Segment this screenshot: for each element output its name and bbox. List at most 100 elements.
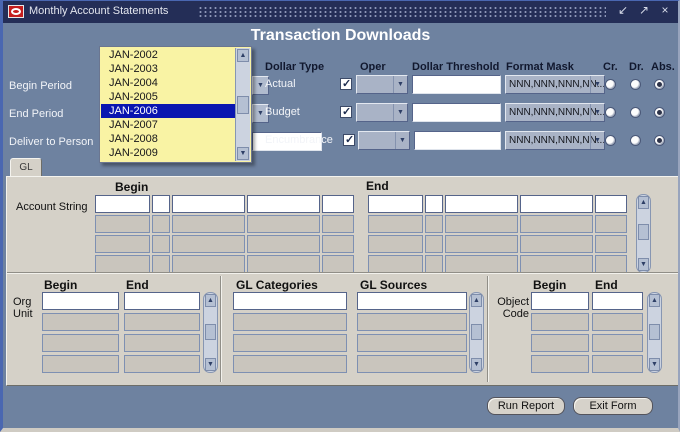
actual-checkbox[interactable] xyxy=(340,78,352,90)
scroll-down-icon[interactable]: ▼ xyxy=(638,258,649,271)
encumbrance-abs-radio[interactable] xyxy=(654,135,665,146)
period-list-scrollbar[interactable]: ▲ ▼ xyxy=(235,48,250,161)
object-code-scrollbar[interactable]: ▲ ▼ xyxy=(647,292,662,373)
chevron-down-icon: ▼ xyxy=(590,76,604,93)
budget-abs-radio[interactable] xyxy=(654,107,665,118)
actual-dr-radio[interactable] xyxy=(630,79,641,90)
budget-oper-select[interactable]: ▼ xyxy=(356,103,408,122)
object-code-begin-cell[interactable] xyxy=(531,292,589,310)
encumbrance-cr-radio[interactable] xyxy=(605,135,616,146)
scroll-down-icon[interactable]: ▼ xyxy=(205,358,216,371)
object-code-end-column xyxy=(592,292,643,373)
account-string-scrollbar[interactable]: ▲ ▼ xyxy=(636,194,651,273)
account-string-label: Account String xyxy=(16,201,88,213)
deliver-to-person-label: Deliver to Person xyxy=(9,136,93,148)
actual-oper-select[interactable]: ▼ xyxy=(356,75,408,94)
period-list-item[interactable]: JAN-2007 xyxy=(101,118,235,132)
account-segment-cell xyxy=(595,255,627,273)
actual-cr-radio[interactable] xyxy=(605,79,616,90)
account-end-header: End xyxy=(366,179,389,193)
run-report-button[interactable]: Run Report xyxy=(487,397,565,415)
budget-format-mask-select[interactable]: NNN,NNN,NNN,NN...▼ xyxy=(505,103,605,122)
org-unit-begin-header: Begin xyxy=(44,278,77,292)
period-list-item[interactable]: JAN-2005 xyxy=(101,90,235,104)
scroll-down-icon[interactable]: ▼ xyxy=(471,358,482,371)
account-segment-cell xyxy=(247,235,320,253)
scroll-up-icon[interactable]: ▲ xyxy=(638,196,649,209)
actual-abs-radio[interactable] xyxy=(654,79,665,90)
collapse-window-icon[interactable]: ↙ xyxy=(616,3,630,17)
scrollbar-thumb[interactable] xyxy=(471,324,482,340)
scrollbar-thumb[interactable] xyxy=(638,224,649,240)
account-segment-cell[interactable] xyxy=(322,195,354,213)
tab-gl[interactable]: GL xyxy=(10,158,42,177)
budget-dr-radio[interactable] xyxy=(630,107,641,118)
account-segment-cell[interactable] xyxy=(445,195,518,213)
account-segment-cell[interactable] xyxy=(247,195,320,213)
account-segment-cell[interactable] xyxy=(595,195,627,213)
budget-threshold-input[interactable] xyxy=(412,103,501,122)
account-segment-cell[interactable] xyxy=(152,195,170,213)
account-segment-cell xyxy=(520,235,593,253)
account-string-begin-row-4 xyxy=(95,255,354,273)
period-list-item[interactable]: JAN-2004 xyxy=(101,76,235,90)
scroll-down-icon[interactable]: ▼ xyxy=(649,358,660,371)
object-code-begin-cell xyxy=(531,334,589,352)
encumbrance-threshold-input[interactable] xyxy=(414,131,501,150)
exit-form-button[interactable]: Exit Form xyxy=(573,397,653,415)
account-segment-cell[interactable] xyxy=(520,195,593,213)
encumbrance-checkbox[interactable] xyxy=(343,134,355,146)
close-window-icon[interactable]: × xyxy=(658,3,672,17)
gl-sources-cell xyxy=(357,313,467,331)
scrollbar-thumb[interactable] xyxy=(649,324,660,340)
account-segment-cell xyxy=(152,235,170,253)
org-unit-begin-cell[interactable] xyxy=(42,292,119,310)
encumbrance-format-mask-select[interactable]: NNN,NNN,NNN,NN...▼ xyxy=(505,131,605,150)
scrollbar-thumb[interactable] xyxy=(237,96,249,114)
gl-categories-cell[interactable] xyxy=(233,292,347,310)
actual-format-mask-select[interactable]: NNN,NNN,NNN,NN...▼ xyxy=(505,75,605,94)
budget-checkbox[interactable] xyxy=(340,106,352,118)
account-segment-cell[interactable] xyxy=(425,195,443,213)
chevron-down-icon: ▼ xyxy=(590,104,604,121)
actual-threshold-input[interactable] xyxy=(412,75,501,94)
account-segment-cell[interactable] xyxy=(172,195,245,213)
encumbrance-dr-radio[interactable] xyxy=(630,135,641,146)
account-segment-cell[interactable] xyxy=(368,195,423,213)
object-code-end-cell[interactable] xyxy=(592,292,643,310)
scroll-up-icon[interactable]: ▲ xyxy=(205,294,216,307)
period-list-item-selected[interactable]: JAN-2006 xyxy=(101,104,235,118)
scroll-up-icon[interactable]: ▲ xyxy=(471,294,482,307)
period-list-item[interactable]: JAN-2009 xyxy=(101,146,235,160)
encumbrance-oper-select[interactable]: ▼ xyxy=(358,131,410,150)
gl-categories-header: GL Categories xyxy=(236,278,318,292)
gl-categories-cell xyxy=(233,313,347,331)
vertical-divider xyxy=(220,276,222,382)
org-unit-scrollbar[interactable]: ▲ ▼ xyxy=(203,292,218,373)
period-list-item[interactable]: JAN-2002 xyxy=(101,48,235,62)
scroll-up-icon[interactable]: ▲ xyxy=(237,49,249,62)
budget-cr-radio[interactable] xyxy=(605,107,616,118)
vertical-divider xyxy=(487,276,489,382)
account-string-end-row-1 xyxy=(368,195,627,213)
scrollbar-thumb[interactable] xyxy=(205,324,216,340)
account-string-end-row-2 xyxy=(368,215,627,233)
gl-sources-cell[interactable] xyxy=(357,292,467,310)
restore-window-icon[interactable]: ↗ xyxy=(637,3,651,17)
account-string-end-row-3 xyxy=(368,235,627,253)
period-list-item[interactable]: JAN-2008 xyxy=(101,132,235,146)
gl-sources-scrollbar[interactable]: ▲ ▼ xyxy=(469,292,484,373)
org-unit-end-column xyxy=(124,292,200,373)
scroll-up-icon[interactable]: ▲ xyxy=(649,294,660,307)
gl-categories-cell xyxy=(233,355,347,373)
account-segment-cell xyxy=(445,255,518,273)
scroll-down-icon[interactable]: ▼ xyxy=(237,147,249,160)
account-segment-cell xyxy=(152,215,170,233)
account-segment-cell xyxy=(595,215,627,233)
account-segment-cell[interactable] xyxy=(95,195,150,213)
account-segment-cell xyxy=(445,215,518,233)
org-unit-end-cell[interactable] xyxy=(124,292,200,310)
period-list-item[interactable]: JAN-2003 xyxy=(101,62,235,76)
gl-sources-header: GL Sources xyxy=(360,278,427,292)
object-code-end-cell xyxy=(592,334,643,352)
